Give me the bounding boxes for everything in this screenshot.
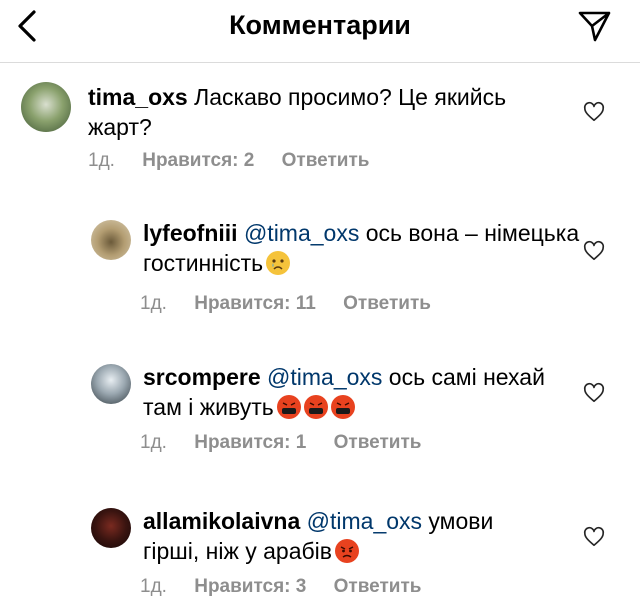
comment-body-line2: жарт? [88,114,152,140]
comment-username[interactable]: lyfeofniii [143,220,238,246]
avatar[interactable] [91,220,131,260]
heart-icon[interactable] [583,526,605,548]
likes-count-link[interactable]: Нравится: 3 [194,576,306,597]
comment-meta: 1д. Нравится: 2 Ответить [88,150,391,172]
comment-text: allamikolaivna @tima_oxs умови гірші, ні… [143,506,493,566]
crying-face-emoji [266,251,291,275]
comment-time: 1д. [140,576,167,597]
comment-body: ось самі нехай [388,364,545,390]
heart-icon[interactable] [583,240,605,262]
mention-link[interactable]: @tima_oxs [307,508,422,534]
pouting-face-emoji [335,539,359,563]
avatar[interactable] [91,508,131,548]
comment-body: умови [428,508,494,534]
mention-link[interactable]: @tima_oxs [267,364,382,390]
send-icon[interactable] [576,8,612,44]
comment-text: tima_oxs Ласкаво просимо? Це якийсь жарт… [88,82,506,142]
comment-time: 1д. [88,150,115,171]
comment-username[interactable]: allamikolaivna [143,508,300,534]
comment-time: 1д. [140,432,167,453]
comment-username[interactable]: srcompere [143,364,261,390]
avatar[interactable] [21,82,71,132]
likes-count-link[interactable]: Нравится: 1 [194,432,306,453]
comment-time: 1д. [140,293,167,314]
likes-count-link[interactable]: Нравится: 11 [194,293,316,314]
avatar[interactable] [91,364,131,404]
comment-text: lyfeofniii @tima_oxs ось вона – німецька… [143,218,579,278]
heart-icon[interactable] [583,382,605,404]
comment-body: ось вона – німецька [365,220,580,246]
cursing-face-emoji [330,395,355,419]
comment-meta: 1д. Нравится: 3 Ответить [140,576,443,598]
header-bar: Комментарии [0,0,640,52]
reply-button[interactable]: Ответить [282,150,370,171]
reply-button[interactable]: Ответить [343,293,431,314]
comment-body-line2: там і живуть [143,394,274,420]
comment-body-line2: гірші, ніж у арабів [143,538,332,564]
comment-username[interactable]: tima_oxs [88,84,188,110]
comment-meta: 1д. Нравится: 11 Ответить [140,293,453,315]
comment-body: Ласкаво просимо? Це якийсь [194,84,507,110]
comment-meta: 1д. Нравится: 1 Ответить [140,432,443,454]
heart-icon[interactable] [583,101,605,123]
reply-button[interactable]: Ответить [334,432,422,453]
cursing-face-emoji [276,395,301,419]
header-divider [0,62,640,63]
cursing-face-emoji [303,395,328,419]
reply-button[interactable]: Ответить [334,576,422,597]
mention-link[interactable]: @tima_oxs [244,220,359,246]
likes-count-link[interactable]: Нравится: 2 [142,150,254,171]
comment-body-line2: гостинність [143,250,264,276]
page-title: Комментарии [229,10,411,40]
comment-text: srcompere @tima_oxs ось самі нехай там і… [143,362,545,422]
